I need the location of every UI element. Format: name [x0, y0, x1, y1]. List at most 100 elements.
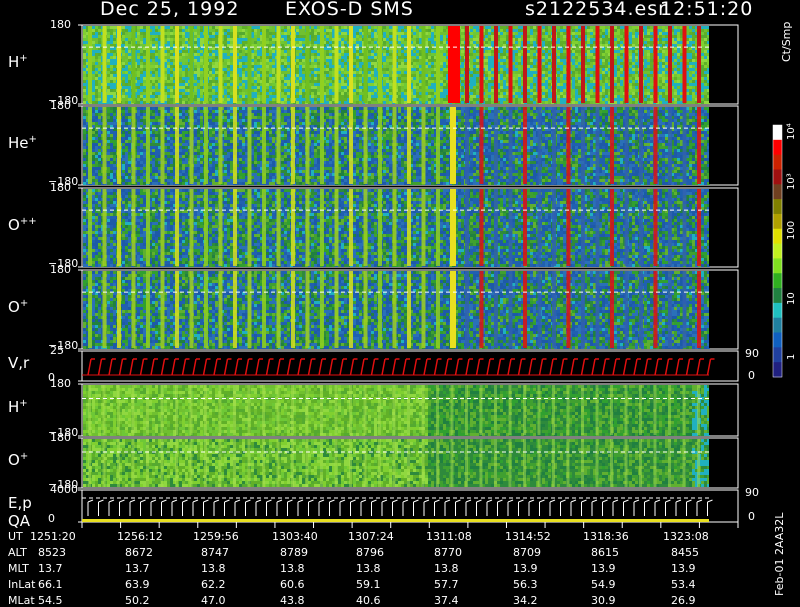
ephemeris-value: 8789 — [280, 546, 308, 559]
ephemeris-row-label: MLT — [8, 562, 29, 575]
panel-label: O++ — [8, 216, 37, 234]
ut-row-label: UT — [8, 530, 23, 543]
colorbar-swatch — [773, 169, 782, 184]
ephemeris-value: 57.7 — [434, 578, 459, 591]
panel-label-text: O — [8, 216, 20, 234]
colorbar-label: 10⁴ — [786, 123, 797, 140]
colorbar-label: 1 — [786, 354, 797, 360]
panel-label-sup: + — [20, 451, 28, 462]
ephemeris-value: 13.8 — [201, 562, 226, 575]
ephemeris-value: 13.9 — [591, 562, 616, 575]
colorbar-swatch — [773, 184, 782, 199]
panel-frame — [82, 490, 738, 522]
y-tick-max: 180 — [50, 377, 71, 390]
ephemeris-value: 34.2 — [513, 594, 538, 607]
x-tick-label: 1314:52 — [505, 530, 551, 543]
colorbar-label: 10 — [786, 292, 797, 305]
panel-frame — [82, 351, 738, 381]
panel-label: O+ — [8, 298, 28, 316]
colorbar-swatch — [773, 333, 782, 348]
panel-label-text: H — [8, 53, 19, 71]
ephemeris-value: 8747 — [201, 546, 229, 559]
x-tick-label: 1256:12 — [117, 530, 163, 543]
y-tick-max: 4000 — [50, 483, 78, 496]
panel-label-text: O — [8, 298, 20, 316]
ephemeris-value: 13.8 — [434, 562, 459, 575]
colorbar-swatch — [773, 362, 782, 377]
ephemeris-value: 63.9 — [125, 578, 150, 591]
colorbar-label: 100 — [786, 221, 797, 240]
ephemeris-value: 60.6 — [280, 578, 305, 591]
x-tick-label: 1318:36 — [583, 530, 629, 543]
ephemeris-value: 8672 — [125, 546, 153, 559]
ephemeris-value: 8796 — [356, 546, 384, 559]
colorbar-swatch — [773, 244, 782, 259]
panel-label: He+ — [8, 134, 37, 152]
colorbar-label: 10³ — [786, 173, 797, 190]
colorbar-swatch — [773, 258, 782, 273]
ephemeris-row-label: InLat — [8, 578, 35, 591]
colorbar-swatch — [773, 273, 782, 288]
ephemeris-value: 13.7 — [38, 562, 63, 575]
ephemeris-value: 13.9 — [513, 562, 538, 575]
panel-label: O+ — [8, 451, 28, 469]
ephemeris-value: 53.4 — [671, 578, 696, 591]
panel-label-sup: ++ — [20, 216, 37, 227]
y-tick-max: 180 — [50, 99, 71, 112]
panel-label: H+ — [8, 53, 28, 71]
ephemeris-value: 13.8 — [356, 562, 381, 575]
x-tick-label: 1303:40 — [272, 530, 318, 543]
ephemeris-row-label: ALT — [8, 546, 27, 559]
y-tick-min: 0 — [48, 512, 55, 525]
ephemeris-value: 50.2 — [125, 594, 150, 607]
y-tick-max: 25 — [50, 344, 64, 357]
panel-label-sup: + — [29, 134, 37, 145]
qa-bar — [82, 519, 709, 522]
panel-label-text: V,r — [8, 354, 29, 372]
ephemeris-value: 26.9 — [671, 594, 696, 607]
ephemeris-value: 54.5 — [38, 594, 63, 607]
ephemeris-value: 66.1 — [38, 578, 63, 591]
y-tick-max: 180 — [50, 181, 71, 194]
panel-label-sup: + — [19, 53, 27, 64]
right-tick-max: 90 — [745, 486, 759, 499]
colorbar-unit: Ct/Smp — [780, 22, 793, 62]
ephemeris-value: 30.9 — [591, 594, 616, 607]
panel-label-2: QA — [8, 512, 30, 530]
colorbar-swatch — [773, 318, 782, 333]
ephemeris-value: 62.2 — [201, 578, 226, 591]
panel-label: V,r — [8, 354, 29, 372]
panel-label-text: H — [8, 398, 19, 416]
x-tick-label: 1323:08 — [663, 530, 709, 543]
colorbar-swatch — [773, 199, 782, 214]
colorbar-swatch — [773, 155, 782, 170]
colorbar-swatch — [773, 347, 782, 362]
panel-label-text: E,p — [8, 494, 32, 512]
ephemeris-value: 59.1 — [356, 578, 381, 591]
ephemeris-value: 13.8 — [280, 562, 305, 575]
colorbar-swatch — [773, 288, 782, 303]
ephemeris-value: 43.8 — [280, 594, 305, 607]
panel-label: H+ — [8, 398, 28, 416]
spectrogram-plot — [0, 0, 800, 600]
ephemeris-value: 8455 — [671, 546, 699, 559]
colorbar-swatch — [773, 214, 782, 229]
panel-label-sup: + — [19, 398, 27, 409]
ephemeris-row-label: MLat — [8, 594, 35, 607]
ephemeris-value: 8709 — [513, 546, 541, 559]
ephemeris-value: 13.7 — [125, 562, 150, 575]
ephemeris-value: 37.4 — [434, 594, 459, 607]
colorbar-swatch — [773, 229, 782, 244]
right-tick-min: 0 — [748, 369, 755, 382]
panel-label: E,p — [8, 494, 32, 512]
x-tick-label: 1259:56 — [193, 530, 239, 543]
x-tick-label: 1307:24 — [348, 530, 394, 543]
colorbar-swatch — [773, 140, 782, 155]
ephemeris-value: 40.6 — [356, 594, 381, 607]
y-tick-max: 180 — [50, 18, 71, 31]
y-tick-max: 180 — [50, 431, 71, 444]
y-tick-max: 180 — [50, 263, 71, 276]
colorbar-swatch — [773, 303, 782, 318]
x-tick-label: 1251:20 — [30, 530, 76, 543]
panel-label-text: O — [8, 451, 20, 469]
